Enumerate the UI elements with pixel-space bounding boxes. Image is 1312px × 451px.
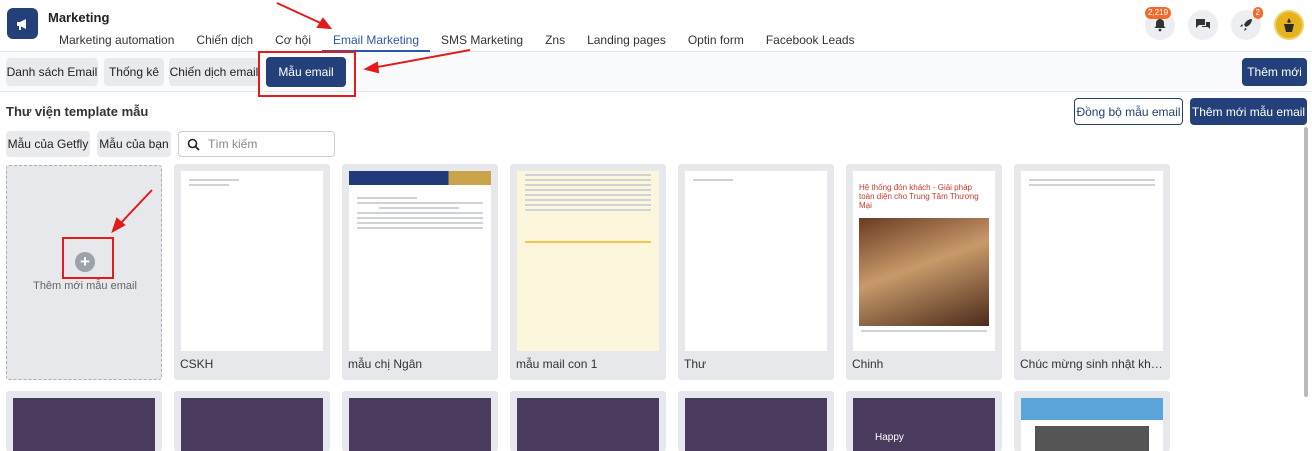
- card-overlay-text: Happy: [875, 432, 904, 443]
- template-card[interactable]: Chúc mừng sinh nhật khách ...: [1014, 164, 1170, 380]
- add-template-card[interactable]: + Thêm mới mẫu email: [6, 165, 162, 380]
- tab-email-marketing[interactable]: Email Marketing: [322, 33, 431, 52]
- sync-template-button[interactable]: Đồng bộ mẫu email: [1074, 98, 1183, 125]
- tab-facebook-leads[interactable]: Facebook Leads: [755, 33, 866, 52]
- plus-icon[interactable]: +: [75, 252, 95, 272]
- avatar[interactable]: [1274, 10, 1304, 40]
- template-card[interactable]: Hệ thống đón khách - Giải pháp toàn diện…: [846, 164, 1002, 380]
- email-list-button[interactable]: Danh sách Email: [6, 58, 98, 86]
- template-card[interactable]: [1014, 391, 1170, 451]
- template-card[interactable]: [174, 391, 330, 451]
- template-card[interactable]: [510, 391, 666, 451]
- template-thumbnail: [181, 171, 323, 351]
- template-name: mẫu mail con 1: [516, 357, 598, 371]
- chat-icon: [1196, 19, 1210, 29]
- tab-sms-marketing[interactable]: SMS Marketing: [430, 33, 534, 52]
- template-name: Chinh: [852, 357, 884, 371]
- template-thumbnail: [349, 171, 491, 351]
- tab-zns[interactable]: Zns: [534, 33, 576, 52]
- page-title: Thư viện template mẫu: [6, 104, 149, 119]
- template-name: mẫu chị Ngân: [348, 357, 423, 371]
- template-card[interactable]: Thư: [678, 164, 834, 380]
- template-card[interactable]: CSKH: [174, 164, 330, 380]
- email-template-button[interactable]: Mẫu email: [266, 57, 346, 87]
- rocket-badge: 2: [1252, 7, 1263, 19]
- template-card[interactable]: mẫu mail con 1: [510, 164, 666, 380]
- email-campaign-button[interactable]: Chiến dịch email: [169, 58, 259, 86]
- template-thumbnail: [517, 398, 659, 451]
- tab-opportunities[interactable]: Cơ hội: [264, 33, 322, 52]
- template-name: Chúc mừng sinh nhật khách ...: [1020, 357, 1164, 371]
- template-thumbnail: [349, 398, 491, 451]
- chat-button[interactable]: [1188, 10, 1218, 40]
- rocket-button[interactable]: 2: [1231, 7, 1263, 40]
- notification-badge: 2,219: [1145, 7, 1172, 19]
- bell-icon: [1154, 19, 1166, 32]
- add-template-label: Thêm mới mẫu email: [33, 280, 137, 292]
- template-thumbnail: [1021, 398, 1163, 451]
- filter-my-templates[interactable]: Mẫu của bạn: [97, 131, 171, 157]
- main-nav: Marketing automation Chiến dịch Cơ hội E…: [48, 33, 866, 52]
- template-thumbnail: Hệ thống đón khách - Giải pháp toàn diện…: [853, 171, 995, 351]
- search-icon: [187, 138, 200, 151]
- add-new-button[interactable]: Thêm mới: [1242, 58, 1307, 86]
- search-input[interactable]: Tìm kiếm: [178, 131, 335, 157]
- scrollbar[interactable]: [1304, 127, 1308, 397]
- template-card[interactable]: [6, 391, 162, 451]
- tab-optin-form[interactable]: Optin form: [677, 33, 755, 52]
- megaphone-icon[interactable]: [7, 8, 38, 39]
- stats-button[interactable]: Thống kê: [104, 58, 164, 86]
- template-card[interactable]: [342, 391, 498, 451]
- filter-getfly-templates[interactable]: Mẫu của Getfly: [6, 131, 90, 157]
- template-card[interactable]: [678, 391, 834, 451]
- template-headline: Hệ thống đón khách - Giải pháp toàn diện…: [859, 183, 979, 210]
- template-thumbnail: [1021, 171, 1163, 351]
- template-thumbnail: [685, 398, 827, 451]
- notification-button[interactable]: 2,219: [1145, 7, 1175, 40]
- tab-landing-pages[interactable]: Landing pages: [576, 33, 677, 52]
- template-thumbnail: [181, 398, 323, 451]
- rocket-icon: [1240, 19, 1252, 31]
- header-actions: 2,219 2: [1145, 7, 1304, 40]
- template-thumbnail: Happy: [853, 398, 995, 451]
- tab-campaigns[interactable]: Chiến dịch: [185, 33, 264, 52]
- template-name: Thư: [684, 357, 707, 371]
- template-thumbnail: [685, 171, 827, 351]
- tab-marketing-automation[interactable]: Marketing automation: [48, 33, 185, 52]
- template-thumbnail: [517, 171, 659, 351]
- template-name: CSKH: [180, 357, 214, 371]
- search-placeholder: Tìm kiếm: [208, 137, 258, 151]
- template-card[interactable]: mẫu chị Ngân: [342, 164, 498, 380]
- top-bar: Marketing Marketing automation Chiến dịc…: [0, 0, 1312, 52]
- app-title: Marketing: [48, 10, 110, 25]
- template-thumbnail: [13, 398, 155, 451]
- template-card[interactable]: Happy: [846, 391, 1002, 451]
- add-template-button[interactable]: Thêm mới mẫu email: [1190, 98, 1307, 125]
